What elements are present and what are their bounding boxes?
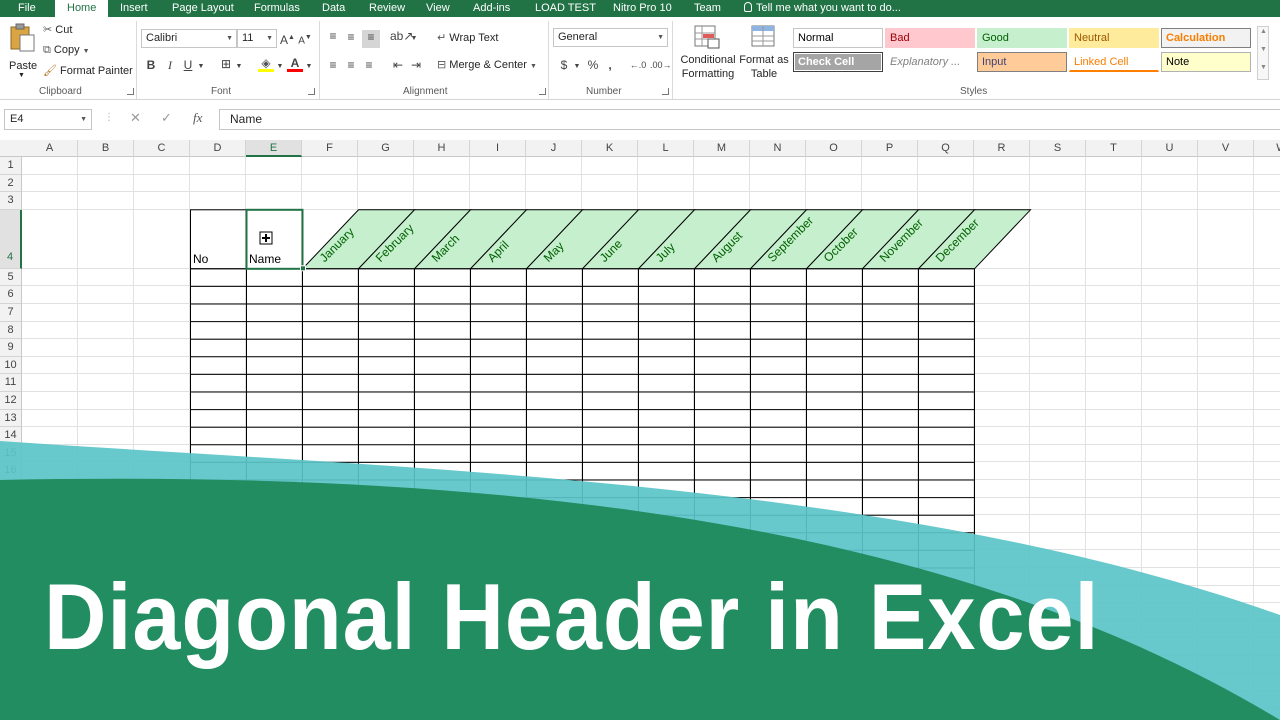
banner-title: Diagonal Header in Excel (44, 564, 1100, 669)
cell-d4-label: No (193, 252, 209, 266)
cell-e4-label: Name (249, 252, 282, 266)
fill-handle (300, 265, 306, 272)
